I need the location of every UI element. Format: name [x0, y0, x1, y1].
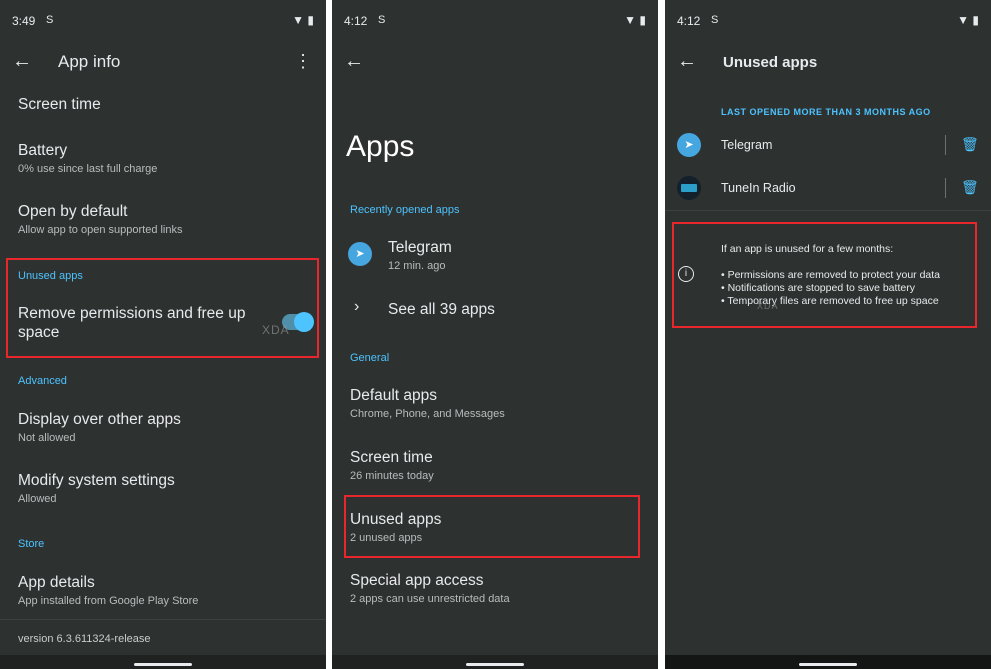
page-title: App info [58, 52, 121, 71]
page-title: Apps [346, 130, 415, 163]
item-title: Screen time [18, 96, 101, 113]
app-name-tunein[interactable]: TuneIn Radio [721, 182, 796, 195]
status-bar: 4:12 S ▼ ▮ [665, 0, 991, 42]
highlight-box [6, 258, 319, 358]
item-subtitle: 12 min. ago [388, 260, 446, 272]
notification-icon: S [378, 14, 386, 26]
nav-bar [332, 655, 658, 669]
item-subtitle: 2 apps can use unrestricted data [350, 593, 510, 605]
section-header: LAST OPENED MORE THAN 3 MONTHS AGO [721, 107, 931, 117]
item-title: Screen time [350, 449, 433, 466]
vertical-separator [945, 178, 946, 198]
trash-icon[interactable]: 🗑 [961, 136, 979, 153]
back-arrow-icon[interactable]: ← [344, 50, 364, 73]
store-header: Store [18, 538, 45, 550]
item-subtitle: Not allowed [18, 432, 76, 444]
item-title: See all 39 apps [388, 301, 495, 318]
modify-system-settings-item[interactable]: Modify system settings Allowed [18, 471, 308, 505]
item-title: Open by default [18, 203, 128, 220]
nav-bar [665, 655, 991, 669]
item-subtitle: App installed from Google Play Store [18, 595, 199, 607]
apps-screen: 4:12 S ▼ ▮ ← Apps Recently opened apps ➤… [332, 0, 658, 669]
item-subtitle: Chrome, Phone, and Messages [350, 408, 505, 420]
item-title: Special app access [350, 572, 484, 589]
home-handle[interactable] [466, 663, 524, 666]
telegram-icon: ➤ [677, 133, 701, 157]
telegram-recent-item[interactable]: Telegram 12 min. ago [388, 238, 640, 272]
wifi-battery-icons: ▼ ▮ [624, 13, 646, 27]
version-text: version 6.3.611324-release [18, 633, 151, 645]
item-title: Default apps [350, 387, 438, 404]
status-bar: 4:12 S ▼ ▮ [332, 0, 658, 42]
status-time: 4:12 [344, 14, 368, 28]
status-bar: 3:49 S ▼ ▮ [0, 0, 326, 42]
highlight-box [672, 222, 977, 328]
item-subtitle: 26 minutes today [350, 470, 434, 482]
wifi-battery-icons: ▼ ▮ [292, 13, 314, 27]
status-time: 4:12 [677, 14, 701, 28]
screen-time-item[interactable]: Screen time 26 minutes today [350, 448, 640, 482]
item-title: Display over other apps [18, 411, 181, 428]
chevron-right-icon: › [354, 298, 360, 315]
status-time: 3:49 [12, 14, 36, 28]
home-handle[interactable] [134, 663, 192, 666]
open-by-default-item[interactable]: Open by default Allow app to open suppor… [18, 202, 308, 236]
tunein-icon [677, 176, 701, 200]
home-handle[interactable] [799, 663, 857, 666]
toolbar: ← App info ⋮ [0, 42, 326, 82]
item-subtitle: Allowed [18, 493, 57, 505]
item-title: Modify system settings [18, 472, 175, 489]
divider [0, 619, 326, 620]
vertical-separator [945, 135, 946, 155]
toolbar: ← [332, 42, 658, 82]
app-name-telegram[interactable]: Telegram [721, 139, 772, 152]
display-over-apps-item[interactable]: Display over other apps Not allowed [18, 410, 308, 444]
divider [665, 210, 991, 211]
see-all-apps-item[interactable]: See all 39 apps [388, 300, 640, 319]
special-app-access-item[interactable]: Special app access 2 apps can use unrest… [350, 571, 640, 605]
toolbar: ← Unused apps [665, 42, 991, 82]
app-details-item[interactable]: App details App installed from Google Pl… [18, 573, 308, 607]
notification-icon: S [46, 14, 54, 26]
recent-apps-header: Recently opened apps [350, 204, 460, 216]
screen-time-item[interactable]: Screen time [18, 95, 308, 114]
item-subtitle: Allow app to open supported links [18, 224, 183, 236]
app-info-screen: 3:49 S ▼ ▮ ← App info ⋮ Screen time Batt… [0, 0, 326, 669]
default-apps-item[interactable]: Default apps Chrome, Phone, and Messages [350, 386, 640, 420]
tunein-logo-mark [681, 184, 697, 192]
page-title: Unused apps [723, 54, 818, 71]
notification-icon: S [711, 14, 719, 26]
back-arrow-icon[interactable]: ← [677, 50, 697, 73]
advanced-header: Advanced [18, 375, 67, 387]
highlight-box [344, 495, 640, 558]
item-title: App details [18, 574, 95, 591]
item-title: Battery [18, 142, 68, 159]
wifi-battery-icons: ▼ ▮ [957, 13, 979, 27]
telegram-icon: ➤ [348, 242, 372, 266]
more-options-icon[interactable]: ⋮ [294, 51, 312, 72]
item-subtitle: 0% use since last full charge [18, 163, 158, 175]
nav-bar [0, 655, 326, 669]
back-arrow-icon[interactable]: ← [12, 50, 32, 73]
trash-icon[interactable]: 🗑 [961, 179, 979, 196]
unused-apps-screen: 4:12 S ▼ ▮ ← Unused apps LAST OPENED MOR… [665, 0, 991, 669]
item-title: Telegram [388, 239, 452, 256]
general-header: General [350, 352, 390, 364]
battery-item[interactable]: Battery 0% use since last full charge [18, 141, 308, 175]
